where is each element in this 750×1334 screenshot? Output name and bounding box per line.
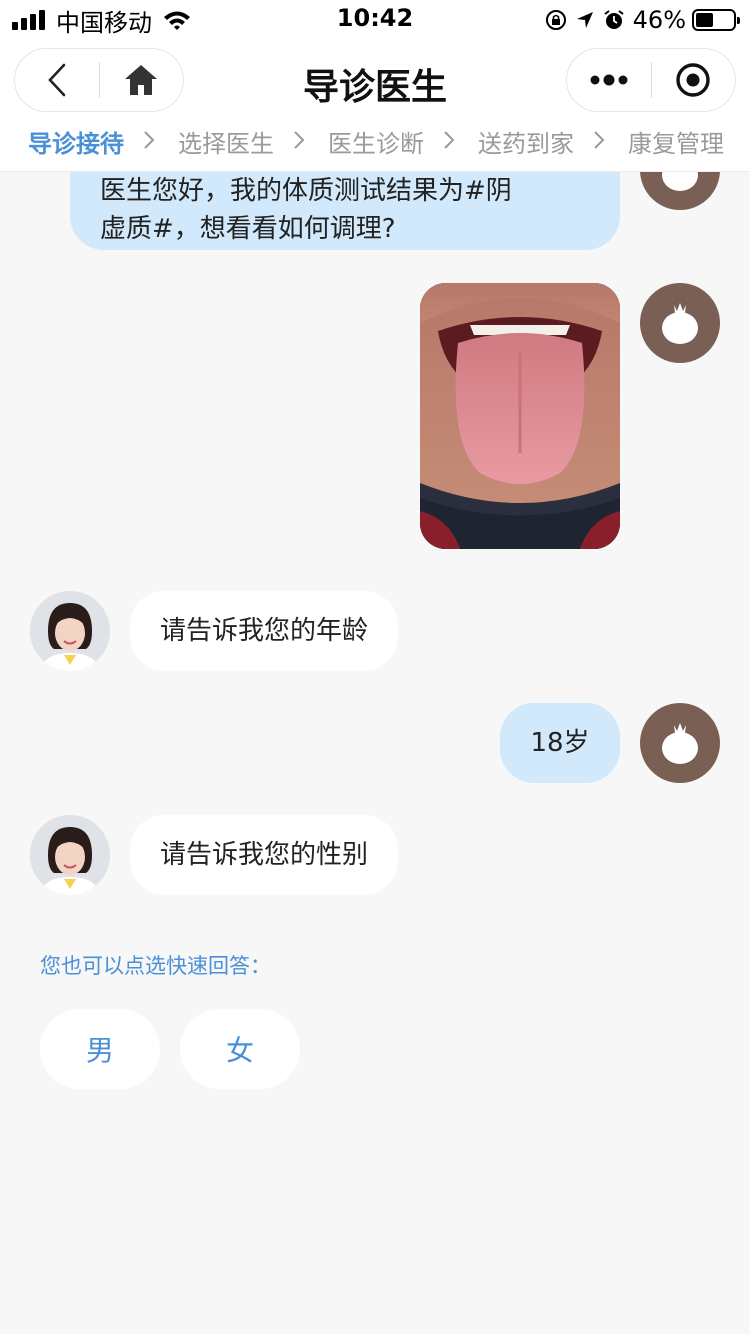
- chevron-right-icon: [444, 131, 455, 149]
- doctor-avatar[interactable]: [30, 815, 110, 895]
- quick-reply-female-button[interactable]: 女: [180, 1009, 300, 1089]
- pomegranate-icon: [662, 723, 698, 764]
- battery-icon: [692, 9, 740, 31]
- battery-percent: 46%: [632, 6, 686, 34]
- status-bar: 中国移动 10:42 46%: [0, 0, 750, 40]
- alarm-icon: [604, 10, 624, 29]
- tongue-photo[interactable]: [420, 283, 620, 549]
- quick-reply-hint: 您也可以点选快速回答：: [40, 954, 271, 978]
- step-rehab[interactable]: 康复管理: [628, 124, 724, 159]
- battery-level: [696, 13, 713, 27]
- tongue-photo-image: [420, 283, 620, 549]
- doctor-portrait-icon: [30, 591, 110, 671]
- user-avatar[interactable]: [640, 283, 720, 363]
- step-diagnosis[interactable]: 医生诊断: [328, 124, 424, 159]
- step-delivery[interactable]: 送药到家: [478, 124, 574, 159]
- step-choose-doctor[interactable]: 选择医生: [178, 124, 274, 159]
- more-button[interactable]: [567, 49, 651, 111]
- message-line: 医生您好，我的体质测试结果为#阴: [100, 176, 512, 206]
- nav-capsule-right: [566, 48, 736, 112]
- quick-reply-male-button[interactable]: 男: [40, 1009, 160, 1089]
- chat-area[interactable]: 医生您好，我的体质测试结果为#阴 虚质#，想看看如何调理? 请告诉我您的年龄 1…: [0, 0, 750, 1334]
- record-icon: [676, 63, 710, 97]
- more-icon: [590, 74, 628, 86]
- chevron-right-icon: [294, 131, 305, 149]
- step-reception[interactable]: 导诊接待: [28, 124, 124, 159]
- user-avatar[interactable]: [640, 703, 720, 783]
- chevron-right-icon: [594, 131, 605, 149]
- pomegranate-icon: [662, 303, 698, 344]
- location-icon: [576, 12, 593, 28]
- close-miniprogram-button[interactable]: [652, 49, 736, 111]
- orientation-lock-icon: [545, 10, 566, 30]
- user-message-bubble: 18岁: [500, 703, 620, 783]
- message-line: 虚质#，想看看如何调理?: [100, 214, 396, 244]
- nav-bar: 导诊医生: [0, 40, 750, 120]
- doctor-message-bubble: 请告诉我您的年龄: [130, 591, 399, 671]
- doctor-message-bubble: 请告诉我您的性别: [130, 815, 399, 895]
- chevron-right-icon: [144, 131, 155, 149]
- step-progress-bar: 导诊接待 选择医生 医生诊断 送药到家 康复管理: [0, 120, 750, 172]
- doctor-avatar[interactable]: [30, 591, 110, 671]
- doctor-portrait-icon: [30, 815, 110, 895]
